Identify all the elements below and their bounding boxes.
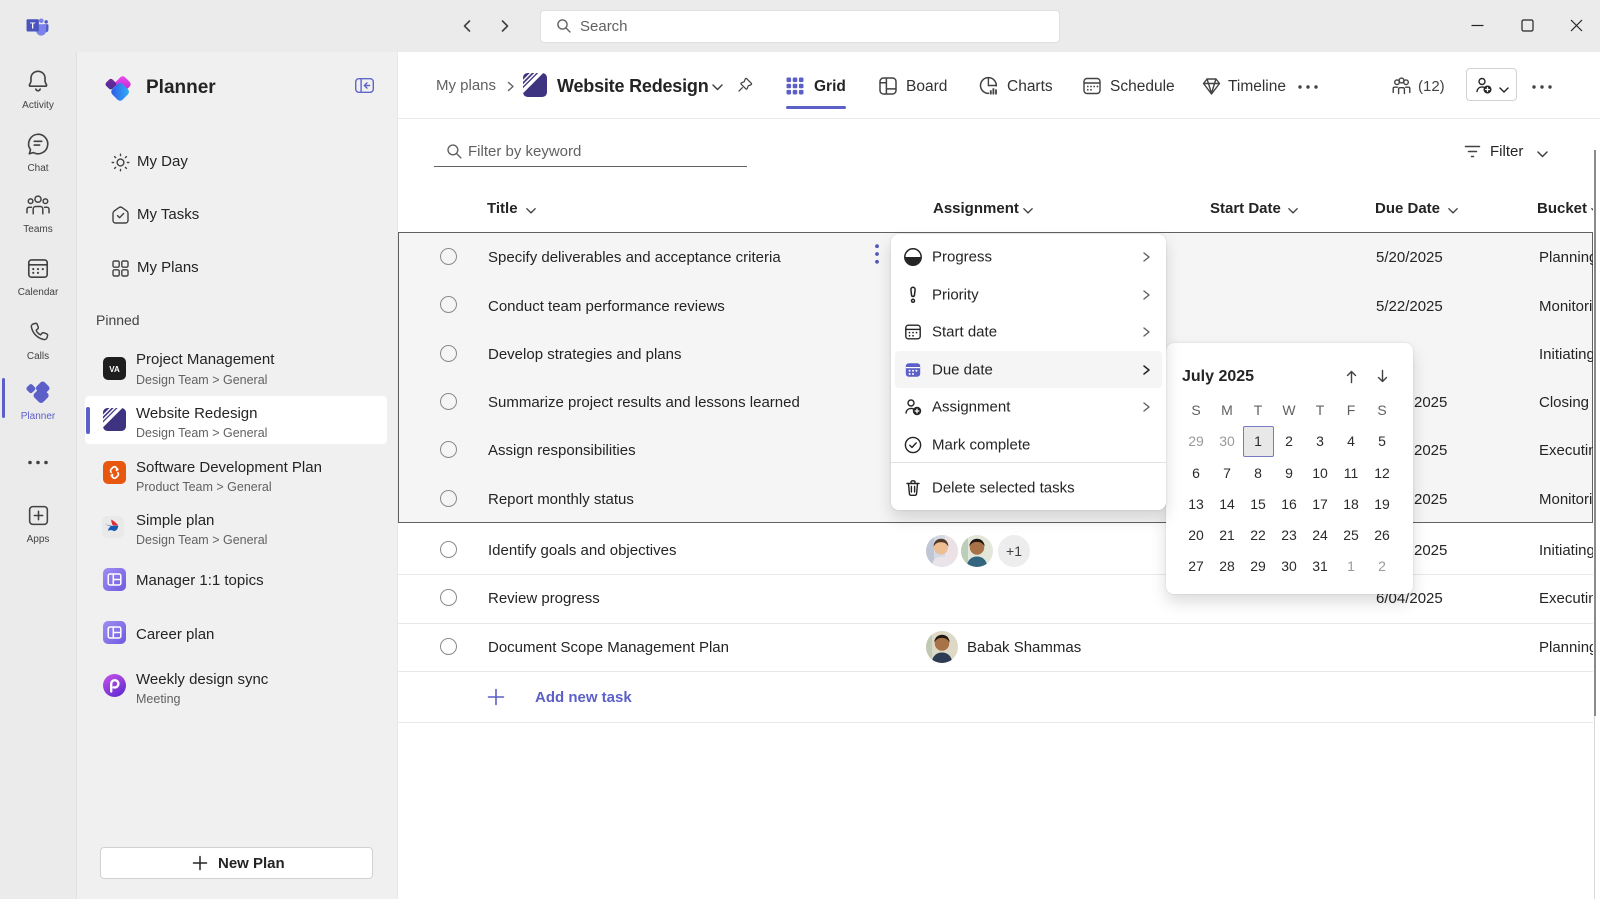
- svg-text:VA: VA: [109, 365, 120, 374]
- svg-text:T: T: [30, 20, 36, 30]
